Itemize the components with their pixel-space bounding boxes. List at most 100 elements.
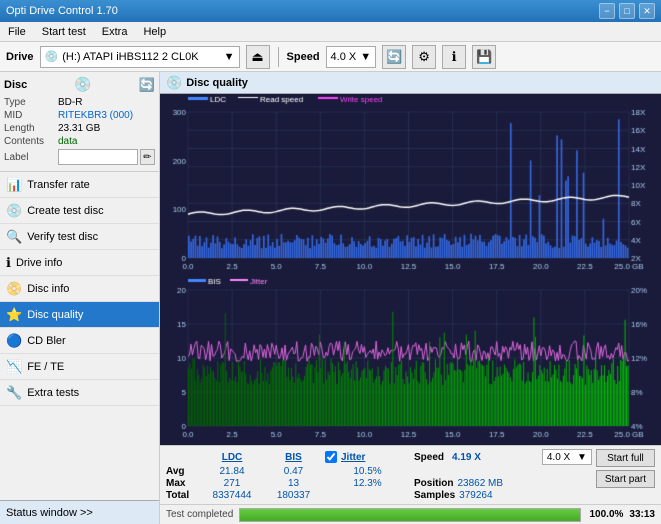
- status-window-label: Status window >>: [6, 507, 93, 519]
- avg-speed-value: 4.19 X: [452, 452, 481, 463]
- status-window[interactable]: Status window >>: [0, 500, 159, 524]
- drive-dropdown-arrow: ▼: [224, 51, 235, 63]
- bis-header: BIS: [266, 452, 321, 463]
- eject-button[interactable]: ⏏: [246, 45, 270, 69]
- sidebar: Disc 💿 🔄 Type BD-R MID RITEKBR3 (000) Le…: [0, 72, 160, 524]
- total-label: Total: [166, 490, 198, 501]
- nav-extra-tests-label: Extra tests: [27, 387, 79, 399]
- avg-jitter: 10.5%: [325, 466, 410, 477]
- disc-panel: Disc 💿 🔄 Type BD-R MID RITEKBR3 (000) Le…: [0, 72, 159, 172]
- progress-time: 33:13: [629, 509, 655, 520]
- nav-cd-bler-label: CD Bler: [27, 335, 66, 347]
- content-area: 💿 Disc quality LDC BIS: [160, 72, 661, 524]
- jitter-checkbox[interactable]: [325, 451, 337, 463]
- speed-selector[interactable]: 4.0 X ▼: [326, 46, 377, 68]
- titlebar: Opti Drive Control 1.70 − □ ✕: [0, 0, 661, 22]
- refresh-button[interactable]: 🔄: [382, 45, 406, 69]
- position-label: Position: [414, 478, 453, 489]
- disc-length-value: 23.31 GB: [58, 123, 100, 134]
- minimize-button[interactable]: −: [599, 3, 615, 19]
- nav-create-test-disc[interactable]: 💿 Create test disc: [0, 198, 159, 224]
- speed-dropdown-arrow: ▼: [360, 51, 371, 63]
- nav-transfer-rate-label: Transfer rate: [27, 179, 90, 191]
- nav-drive-info[interactable]: ℹ Drive info: [0, 250, 159, 276]
- maximize-button[interactable]: □: [619, 3, 635, 19]
- disc-contents-row: Contents data: [4, 136, 155, 147]
- max-label: Max: [166, 478, 198, 489]
- stats-area: LDC BIS Jitter Speed 4.19 X 4.0 X: [160, 445, 661, 504]
- disc-length-row: Length 23.31 GB: [4, 123, 155, 134]
- speed-dropdown[interactable]: 4.0 X ▼: [542, 449, 592, 465]
- samples-label: Samples: [414, 490, 455, 501]
- verify-test-disc-icon: 🔍: [6, 229, 22, 245]
- disc-refresh-button[interactable]: 🔄: [139, 77, 155, 93]
- disc-label-row: Label ✏: [4, 149, 155, 165]
- nav-create-test-disc-label: Create test disc: [27, 205, 103, 217]
- menu-help[interactable]: Help: [139, 25, 170, 39]
- ldc-header: LDC: [202, 452, 262, 463]
- menu-file[interactable]: File: [4, 25, 30, 39]
- disc-panel-icon: 💿: [74, 76, 91, 93]
- progress-bar-fill: [240, 509, 580, 521]
- menu-start-test[interactable]: Start test: [38, 25, 90, 39]
- nav-fe-te[interactable]: 📉 FE / TE: [0, 354, 159, 380]
- speed-dropdown-arrow: ▼: [577, 452, 587, 463]
- disc-quality-icon: ⭐: [6, 307, 22, 323]
- avg-label: Avg: [166, 466, 198, 477]
- position-value: 23862 MB: [457, 478, 503, 489]
- nav-transfer-rate[interactable]: 📊 Transfer rate: [0, 172, 159, 198]
- disc-panel-header: Disc 💿 🔄: [4, 76, 155, 93]
- nav-extra-tests[interactable]: 🔧 Extra tests: [0, 380, 159, 406]
- nav-drive-info-label: Drive info: [16, 257, 62, 269]
- info-button[interactable]: ℹ: [442, 45, 466, 69]
- nav-disc-info[interactable]: 📀 Disc info: [0, 276, 159, 302]
- drive-label: Drive: [6, 51, 34, 63]
- nav-fe-te-label: FE / TE: [27, 361, 64, 373]
- cd-bler-icon: 🔵: [6, 333, 22, 349]
- app-title: Opti Drive Control 1.70: [6, 5, 118, 17]
- menu-extra[interactable]: Extra: [98, 25, 132, 39]
- settings-button[interactable]: ⚙: [412, 45, 436, 69]
- nav-items: 📊 Transfer rate 💿 Create test disc 🔍 Ver…: [0, 172, 159, 406]
- speed-dropdown-area: 4.0 X ▼: [542, 449, 592, 465]
- window-controls: − □ ✕: [599, 3, 655, 19]
- progress-area: Test completed 100.0% 33:13: [160, 504, 661, 524]
- separator: [278, 47, 279, 67]
- main-layout: Disc 💿 🔄 Type BD-R MID RITEKBR3 (000) Le…: [0, 72, 661, 524]
- drive-selector[interactable]: 💿 (H:) ATAPI iHBS112 2 CL0K ▼: [40, 46, 240, 68]
- bis-jitter-chart: [160, 276, 661, 444]
- avg-ldc: 21.84: [202, 466, 262, 477]
- nav-disc-quality-label: Disc quality: [27, 309, 83, 321]
- jitter-section: Jitter: [325, 451, 410, 463]
- disc-mid-row: MID RITEKBR3 (000): [4, 110, 155, 121]
- disc-type-value: BD-R: [58, 97, 82, 108]
- nav-verify-test-disc[interactable]: 🔍 Verify test disc: [0, 224, 159, 250]
- progress-bar: [239, 508, 581, 522]
- ldc-read-speed-chart: [160, 94, 661, 276]
- extra-tests-icon: 🔧: [6, 385, 22, 401]
- speed-label: Speed: [287, 51, 320, 63]
- progress-percent: 100.0%: [587, 509, 623, 520]
- charts-area: [160, 94, 661, 445]
- dq-title: Disc quality: [186, 77, 248, 89]
- disc-label-edit-button[interactable]: ✏: [140, 149, 155, 165]
- speed-section: Speed 4.19 X: [414, 452, 481, 463]
- dq-icon: 💿: [166, 75, 182, 91]
- menubar: File Start test Extra Help: [0, 22, 661, 42]
- total-ldc: 8337444: [202, 490, 262, 501]
- start-full-button[interactable]: Start full: [596, 449, 655, 467]
- stats-table: LDC BIS Jitter Speed 4.19 X 4.0 X: [166, 449, 592, 501]
- speed-dropdown-value: 4.0 X: [547, 452, 570, 463]
- save-button[interactable]: 💾: [472, 45, 496, 69]
- disc-label-input[interactable]: [58, 149, 138, 165]
- jitter-header: Jitter: [341, 452, 365, 463]
- nav-cd-bler[interactable]: 🔵 CD Bler: [0, 328, 159, 354]
- close-button[interactable]: ✕: [639, 3, 655, 19]
- nav-disc-quality[interactable]: ⭐ Disc quality: [0, 302, 159, 328]
- start-part-button[interactable]: Start part: [596, 470, 655, 488]
- speed-header: Speed: [414, 452, 444, 463]
- drive-icon: 💿: [45, 50, 59, 63]
- nav-verify-test-disc-label: Verify test disc: [27, 231, 98, 243]
- disc-contents-value: data: [58, 136, 77, 147]
- disc-panel-title: Disc: [4, 79, 27, 91]
